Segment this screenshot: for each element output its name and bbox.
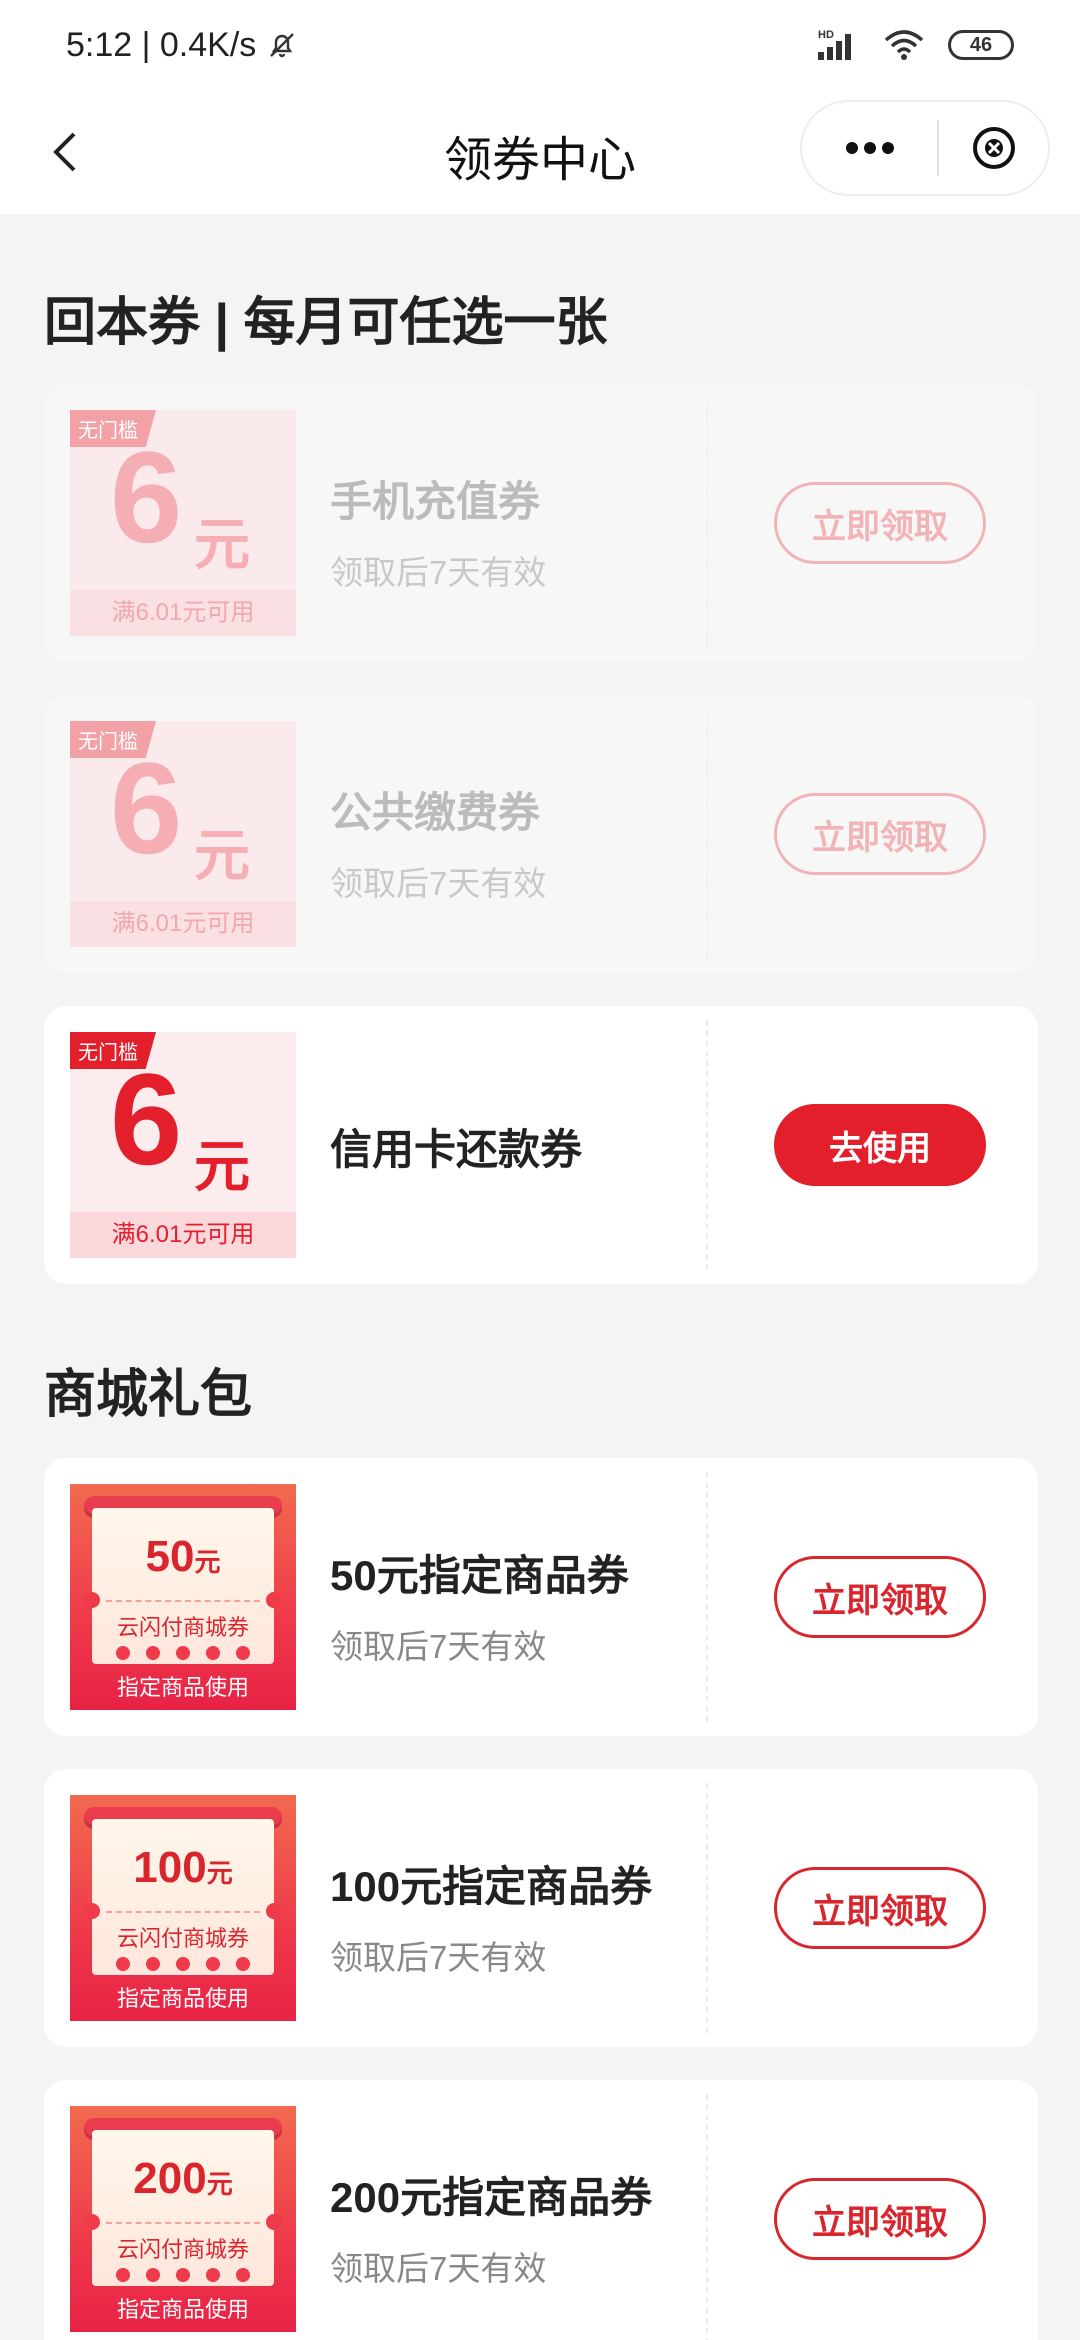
claim-button[interactable]: 立即领取 — [774, 1867, 986, 1949]
coupon-card: 无门槛 6 元 满6.01元可用 手机充值券 领取后7天有效 立即领取 — [44, 384, 1038, 662]
coupon-action: 立即领取 — [710, 1458, 1038, 1736]
gift-amount-unit: 元 — [206, 1858, 233, 1888]
coupon-amount: 6 — [110, 735, 183, 881]
gift-footer: 指定商品使用 — [116, 2297, 249, 2322]
coupon-validity: 领取后7天有效 — [330, 2250, 547, 2287]
gift-notch — [266, 1592, 282, 1608]
claim-button[interactable]: 立即领取 — [774, 2178, 986, 2260]
gift-amount-value: 200 — [133, 2154, 207, 2203]
coupon-action: 去使用 — [710, 1006, 1038, 1284]
claim-button[interactable]: 立即领取 — [774, 482, 986, 564]
mall-coupon-card: 100元 云闪付商城券 指定商品使用 100元指定商品券 领取后7天有效 立即领… — [44, 1769, 1038, 2047]
coupon-name: 50元指定商品券 — [330, 1552, 629, 1599]
coupon-amount: 6 — [110, 1046, 183, 1192]
gift-amount: 200元 — [92, 2154, 274, 2204]
mall-coupon-card: 200元 云闪付商城券 指定商品使用 200元指定商品券 领取后7天有效 立即领… — [44, 2080, 1038, 2340]
coupon-min-spend: 满6.01元可用 — [70, 590, 296, 636]
coupon-unit: 元 — [194, 513, 250, 576]
gift-notch — [84, 1592, 100, 1608]
mall-coupon-image: 100元 云闪付商城券 指定商品使用 — [70, 1795, 296, 2021]
gift-amount-unit: 元 — [194, 1547, 221, 1577]
battery-indicator: 46 — [948, 30, 1014, 60]
gift-amount-unit: 元 — [206, 2169, 233, 2199]
coupon-name: 手机充值券 — [330, 478, 541, 525]
coupon-main: 无门槛 6 元 满6.01元可用 公共缴费券 领取后7天有效 — [44, 695, 704, 973]
coupon-validity: 领取后7天有效 — [330, 1939, 547, 1976]
gift-label: 云闪付商城券 — [116, 1615, 249, 1640]
gift-amount: 100元 — [92, 1843, 274, 1893]
status-time: 5:12 | 0.4K/s — [66, 25, 257, 64]
coupon-validity: 领取后7天有效 — [330, 554, 547, 591]
mall-coupon-image: 50元 云闪付商城券 指定商品使用 — [70, 1484, 296, 1710]
mall-coupon-image: 200元 云闪付商城券 指定商品使用 — [70, 2106, 296, 2332]
coupon-action: 立即领取 — [710, 1769, 1038, 2047]
gift-amount: 50元 — [92, 1532, 274, 1582]
coupon-min-spend: 满6.01元可用 — [70, 901, 296, 947]
coupon-name: 公共缴费券 — [330, 789, 541, 836]
network-label: HD — [818, 29, 834, 41]
coupon-amount: 6 — [110, 424, 183, 570]
coupon-action: 立即领取 — [710, 384, 1038, 662]
claim-button[interactable]: 立即领取 — [774, 1556, 986, 1638]
gift-dots — [116, 2268, 250, 2282]
gift-divider — [106, 1600, 260, 1602]
mall-coupon-card: 50元 云闪付商城券 指定商品使用 50元指定商品券 领取后7天有效 立即领取 — [44, 1458, 1038, 1736]
gift-paper: 50元 云闪付商城券 — [84, 1508, 282, 1664]
miniprogram-capsule — [800, 100, 1050, 196]
coupon-main: 50元 云闪付商城券 指定商品使用 50元指定商品券 领取后7天有效 — [44, 1458, 704, 1736]
close-icon[interactable] — [939, 125, 1048, 171]
coupon-card: 无门槛 6 元 满6.01元可用 公共缴费券 领取后7天有效 立即领取 — [44, 695, 1038, 973]
coupon-min-spend: 满6.01元可用 — [70, 1212, 296, 1258]
gift-divider — [106, 1911, 260, 1913]
gift-dots — [116, 1957, 250, 1971]
coupon-unit: 元 — [194, 824, 250, 887]
coupon-unit: 元 — [194, 1135, 250, 1198]
coupon-name: 信用卡还款券 — [330, 1126, 583, 1173]
gift-amount-value: 100 — [133, 1843, 207, 1892]
coupon-main: 200元 云闪付商城券 指定商品使用 200元指定商品券 领取后7天有效 — [44, 2080, 704, 2340]
use-button[interactable]: 去使用 — [774, 1104, 986, 1186]
signal-icon: HD — [818, 29, 851, 60]
coupon-action: 立即领取 — [710, 695, 1038, 973]
claim-button[interactable]: 立即领取 — [774, 793, 986, 875]
status-left: 5:12 | 0.4K/s — [66, 26, 298, 65]
gift-label: 云闪付商城券 — [116, 1926, 249, 1951]
section-title-recoup: 回本券 | 每月可任选一张 — [44, 294, 608, 352]
gift-notch — [84, 1903, 100, 1919]
coupon-main: 无门槛 6 元 满6.01元可用 信用卡还款券 — [44, 1006, 704, 1284]
gift-divider — [106, 2222, 260, 2224]
coupon-amount-box: 无门槛 6 元 满6.01元可用 — [70, 1032, 296, 1258]
coupon-validity: 领取后7天有效 — [330, 865, 547, 902]
gift-notch — [266, 1903, 282, 1919]
wifi-icon — [884, 30, 924, 60]
gift-label: 云闪付商城券 — [116, 2237, 249, 2262]
gift-footer: 指定商品使用 — [116, 1675, 249, 1700]
coupon-name: 100元指定商品券 — [330, 1863, 653, 1910]
coupon-card: 无门槛 6 元 满6.01元可用 信用卡还款券 去使用 — [44, 1006, 1038, 1284]
status-right: HD 46 — [816, 28, 1014, 62]
gift-dots — [116, 1646, 250, 1660]
coupon-amount-box: 无门槛 6 元 满6.01元可用 — [70, 721, 296, 947]
coupon-main: 无门槛 6 元 满6.01元可用 手机充值券 领取后7天有效 — [44, 384, 704, 662]
section-title-mall: 商城礼包 — [44, 1366, 253, 1424]
nav-bar: 领券中心 — [0, 90, 1080, 214]
coupon-name: 200元指定商品券 — [330, 2174, 653, 2221]
gift-footer: 指定商品使用 — [116, 1986, 249, 2011]
bell-muted-icon — [270, 33, 295, 58]
gift-notch — [266, 2214, 282, 2230]
gift-amount-value: 50 — [145, 1532, 195, 1581]
gift-paper: 200元 云闪付商城券 — [84, 2130, 282, 2286]
coupon-validity: 领取后7天有效 — [330, 1628, 547, 1665]
coupon-action: 立即领取 — [710, 2080, 1038, 2340]
coupon-main: 100元 云闪付商城券 指定商品使用 100元指定商品券 领取后7天有效 — [44, 1769, 704, 2047]
status-bar: 5:12 | 0.4K/s HD 46 — [0, 0, 1080, 90]
more-icon[interactable] — [802, 102, 937, 194]
coupon-amount-box: 无门槛 6 元 满6.01元可用 — [70, 410, 296, 636]
gift-notch — [84, 2214, 100, 2230]
gift-paper: 100元 云闪付商城券 — [84, 1819, 282, 1975]
